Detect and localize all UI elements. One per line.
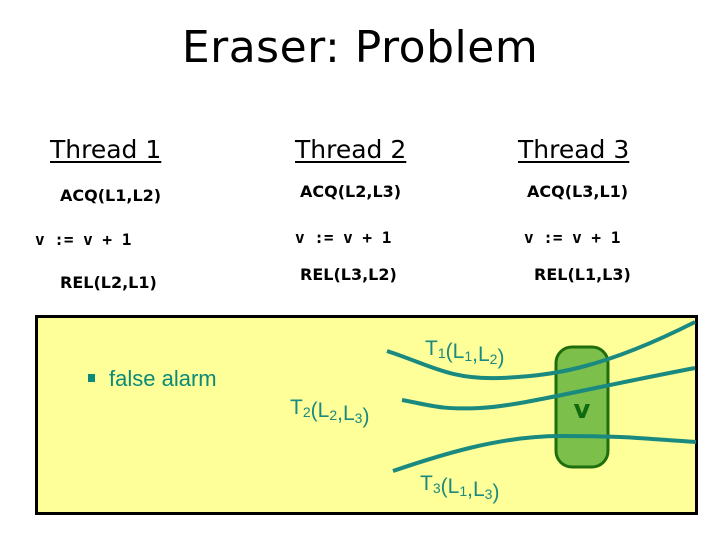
thread-3-path-label: T3(L1,L3) [420,472,499,504]
shared-variable-label: v [574,395,591,425]
thread-2-path-label: T2(L2,L3) [290,396,369,428]
lockset-diagram: v T1(L1,L2) T2(L2,L3) T3(L1,L3) [290,320,697,504]
thread-1-path-label: T1(L1,L2) [425,337,504,369]
thread-3-path [392,433,697,473]
